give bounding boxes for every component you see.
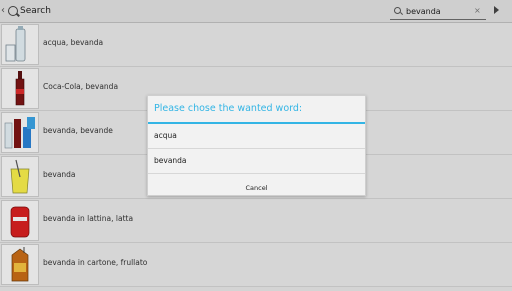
dialog-option-label: acqua [154,131,177,140]
cancel-label: Cancel [245,184,268,192]
cancel-button[interactable]: Cancel [148,175,365,195]
word-chooser-dialog: Please chose the wanted word: acqua beva… [147,95,366,196]
dialog-title: Please chose the wanted word: [154,103,303,114]
dialog-option-label: bevanda [154,156,187,165]
dialog-option-bevanda[interactable]: bevanda [148,149,365,174]
dialog-option-acqua[interactable]: acqua [148,124,365,149]
